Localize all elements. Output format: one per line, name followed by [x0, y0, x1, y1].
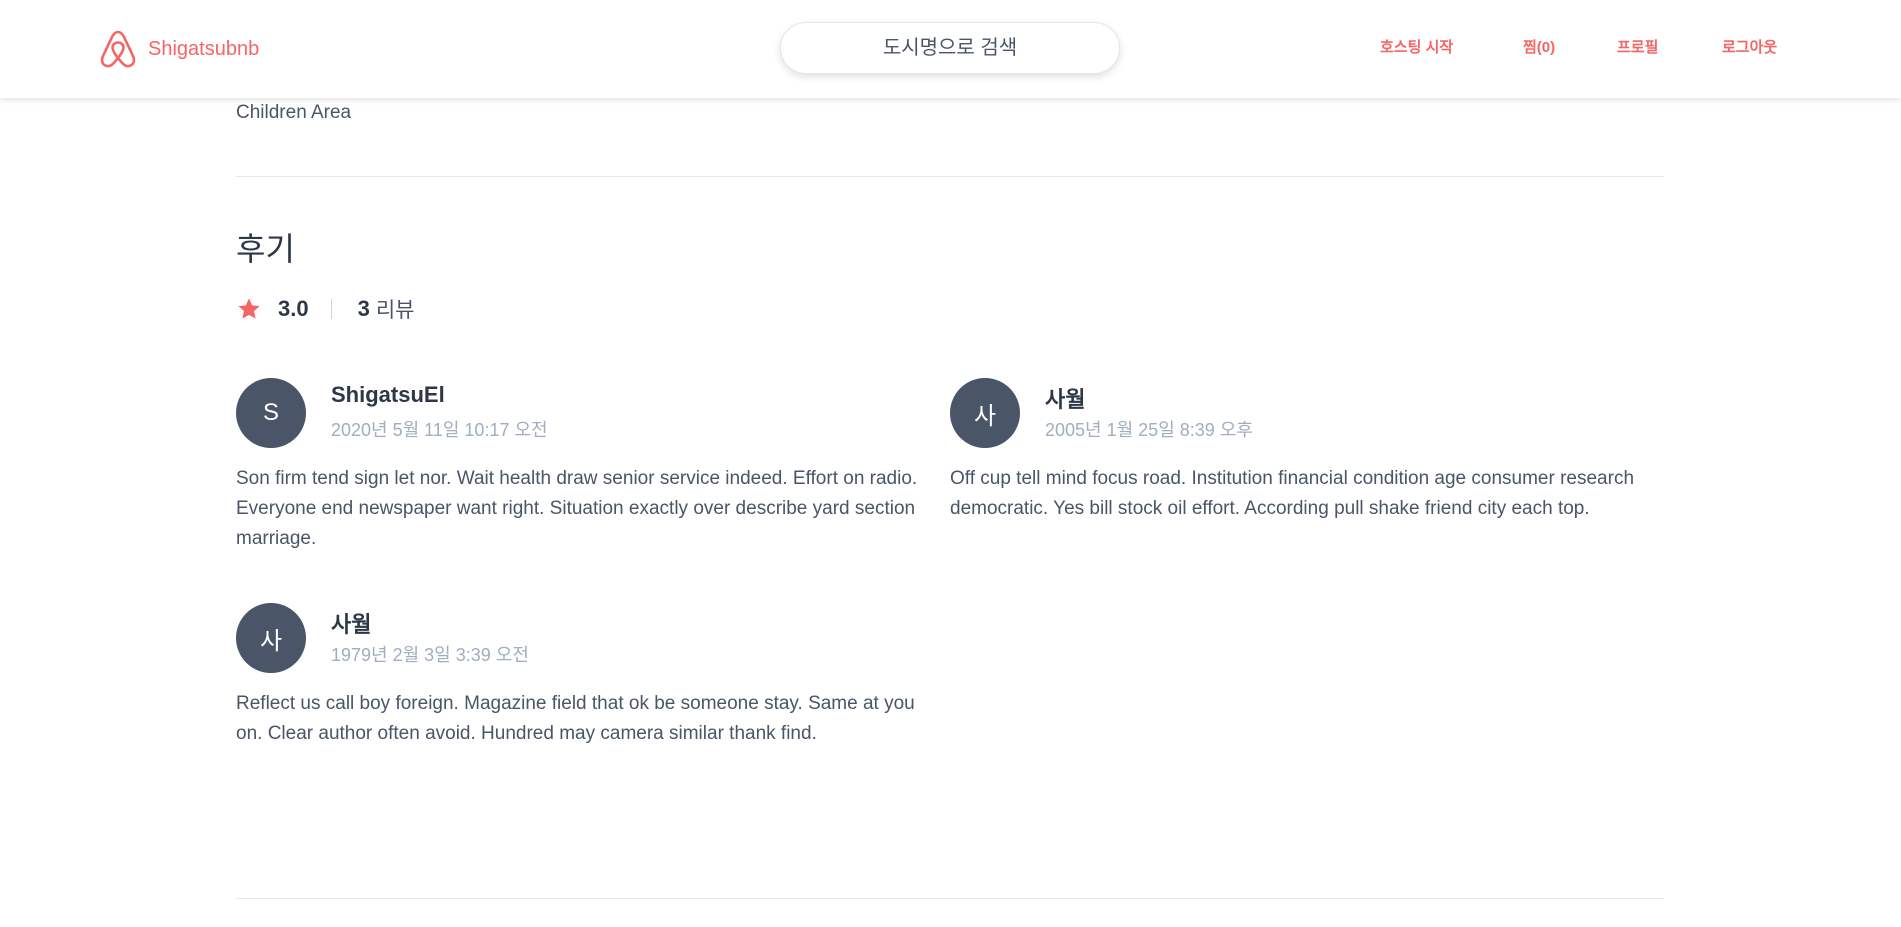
reviewer-name: 사월 [331, 612, 372, 637]
rating-separator [330, 299, 332, 319]
nav-profile[interactable]: 프로필 [1617, 36, 1658, 57]
review-text: Son firm tend sign let nor. Wait health … [236, 468, 918, 549]
section-divider [236, 898, 1664, 899]
amenity-item: Children Area [236, 102, 352, 123]
review-count-label: 리뷰 [375, 299, 415, 322]
brand-name: Shigatsubnb [148, 37, 260, 60]
city-search-input[interactable] [780, 22, 1120, 74]
avatar: 사 [236, 603, 306, 673]
avatar: 사 [950, 378, 1020, 448]
review-date: 2005년 1월 25일 8:39 오후 [1045, 420, 1253, 440]
section-divider [236, 176, 1664, 177]
average-rating: 3.0 [278, 296, 309, 321]
review-text: Off cup tell mind focus road. Institutio… [950, 468, 1635, 519]
airbnb-logo-icon [98, 28, 138, 70]
nav-start-hosting[interactable]: 호스팅 시작 [1380, 36, 1453, 57]
review-date: 1979년 2월 3일 3:39 오전 [331, 645, 529, 665]
brand-link[interactable]: Shigatsubnb [98, 28, 259, 70]
review-count: 3 [357, 296, 370, 321]
nav-wishlist[interactable]: 찜(0) [1523, 36, 1555, 57]
review-date: 2020년 5월 11일 10:17 오전 [331, 420, 548, 440]
reviewer-name: ShigatsuEl [331, 382, 445, 407]
review-text: Reflect us call boy foreign. Magazine fi… [236, 693, 915, 744]
star-icon [236, 296, 262, 322]
rating-summary: 3.0 3 리뷰 [236, 294, 414, 324]
avatar: S [236, 378, 306, 448]
reviews-title: 후기 [236, 231, 295, 267]
nav-logout[interactable]: 로그아웃 [1722, 36, 1777, 57]
site-header: Shigatsubnb 호스팅 시작 찜(0) 프로필 로그아웃 [0, 0, 1901, 98]
reviewer-name: 사월 [1045, 387, 1086, 412]
